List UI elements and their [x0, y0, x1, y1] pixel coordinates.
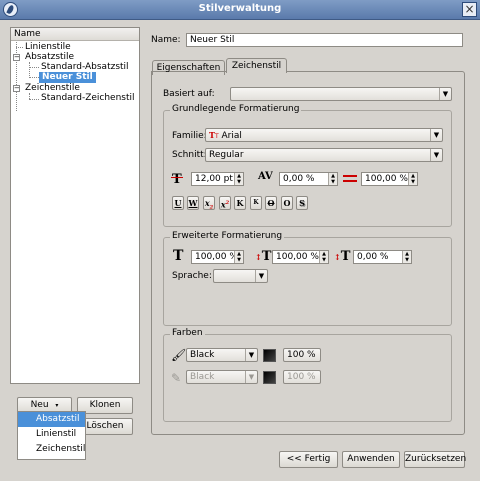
spinner-arrows-icon[interactable]: ▲ ▼ — [408, 173, 417, 185]
baseline-offset-icon: ↕T — [334, 249, 351, 264]
new-style-menu: Absatzstil Linienstil Zeichenstil — [17, 411, 86, 460]
underline-words-button[interactable]: W — [187, 196, 199, 210]
chevron-down-icon: ▼ — [245, 371, 257, 383]
font-size-input[interactable]: 12,00 pt ▲ ▼ — [191, 172, 244, 186]
spinner-arrows-icon[interactable]: ▲ ▼ — [402, 251, 411, 263]
collapse-icon[interactable]: − — [13, 54, 20, 61]
font-style-select[interactable]: Regular ▼ — [205, 148, 443, 162]
name-label: Name: — [151, 35, 181, 45]
new-button-label: Neu — [30, 400, 49, 410]
family-label: Familie: — [172, 131, 207, 141]
advanced-formatting-title: Erweiterte Formatierung — [170, 231, 285, 241]
done-button[interactable]: << Fertig — [279, 451, 338, 468]
tree-item-standard-zeichenstil[interactable]: Standard-Zeichenstil — [41, 93, 135, 104]
baseline-offset-input[interactable]: 0,00 % ▲ ▼ — [353, 250, 412, 264]
window-title: Stilverwaltung — [198, 3, 282, 14]
chevron-down-icon: ▼ — [255, 270, 267, 282]
underline-button[interactable]: U — [172, 196, 184, 210]
fill-color-select[interactable]: Black ▼ — [186, 348, 258, 362]
small-caps-button[interactable]: K — [250, 196, 262, 210]
title-bar: Stilverwaltung × — [0, 0, 480, 20]
style-tree[interactable]: Name Linienstile − Absatzstile Standard-… — [10, 27, 140, 384]
based-on-label: Basiert auf: — [163, 89, 215, 99]
chevron-down-icon: ▼ — [430, 149, 442, 161]
tree-header: Name — [11, 28, 139, 41]
style-label: Schnitt: — [172, 150, 207, 160]
stroke-color-swatch — [263, 371, 276, 384]
outline-button[interactable]: O — [281, 196, 293, 210]
horizontal-scale-icon — [343, 175, 357, 182]
spinner-arrows-icon[interactable]: ▲ ▼ — [328, 173, 337, 185]
font-size-icon: T — [172, 172, 182, 187]
width-scale-input[interactable]: 100,00 % ▲ ▼ — [191, 250, 244, 264]
fill-color-swatch — [263, 349, 276, 362]
basic-formatting-title: Grundlegende Formatierung — [170, 104, 302, 114]
colors-title: Farben — [170, 328, 205, 338]
tracking-icon: AV — [258, 171, 273, 182]
language-label: Sprache: — [172, 271, 212, 281]
based-on-select[interactable]: ▼ — [230, 87, 452, 101]
tree-item-neuer-stil[interactable]: Neuer Stil — [39, 72, 96, 83]
name-input[interactable]: Neuer Stil — [186, 33, 463, 47]
fill-shade-select[interactable]: 100 % — [283, 348, 321, 362]
spinner-arrows-icon[interactable]: ▲ ▼ — [234, 173, 243, 185]
fill-color-icon: 🖌 — [171, 348, 187, 362]
chevron-down-icon: ▼ — [439, 88, 451, 100]
chevron-down-icon: ▾ — [55, 402, 59, 409]
width-scale-icon: T — [173, 248, 184, 264]
stroke-color-select[interactable]: Black ▼ — [186, 370, 258, 384]
menu-item-absatzstil[interactable]: Absatzstil — [18, 412, 85, 427]
strikethrough-button[interactable]: O — [265, 196, 277, 210]
height-scale-input[interactable]: 100,00 % ▲ ▼ — [272, 250, 329, 264]
tab-zeichenstil[interactable]: Zeichenstil — [226, 58, 287, 73]
tracking-input[interactable]: 0,00 % ▲ ▼ — [279, 172, 338, 186]
subscript-button[interactable]: x2 — [203, 196, 215, 211]
spinner-arrows-icon[interactable]: ▲ ▼ — [234, 251, 243, 263]
font-family-select[interactable]: TT Arial ▼ — [205, 128, 443, 142]
collapse-icon[interactable]: − — [13, 85, 20, 92]
close-icon[interactable]: × — [462, 2, 477, 17]
language-select[interactable]: ▼ — [213, 269, 268, 283]
stroke-shade-select[interactable]: 100 % — [283, 370, 321, 384]
shadow-button[interactable]: S — [296, 196, 308, 210]
all-caps-button[interactable]: K — [234, 196, 246, 210]
chevron-down-icon: ▼ — [245, 349, 257, 361]
apply-button[interactable]: Anwenden — [342, 451, 400, 468]
spinner-arrows-icon[interactable]: ▲ ▼ — [319, 251, 328, 263]
superscript-button[interactable]: x2 — [219, 196, 231, 210]
horizontal-scale-input[interactable]: 100,00 % ▲ ▼ — [361, 172, 418, 186]
chevron-down-icon: ▼ — [430, 129, 442, 141]
tab-eigenschaften[interactable]: Eigenschaften — [152, 60, 225, 75]
stroke-color-icon: ✎ — [171, 371, 182, 385]
reset-button[interactable]: Zurücksetzen — [404, 451, 466, 468]
menu-item-zeichenstil[interactable]: Zeichenstil — [18, 442, 85, 457]
height-scale-icon: ↕T — [255, 249, 272, 264]
menu-item-linienstil[interactable]: Linienstil — [18, 427, 85, 442]
